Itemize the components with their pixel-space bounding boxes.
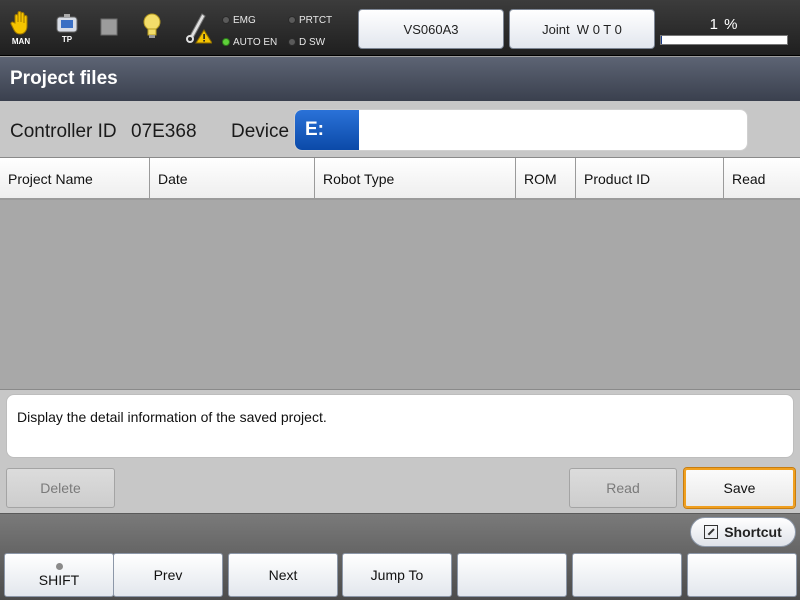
dsw-led <box>288 38 296 46</box>
f5-key[interactable] <box>457 553 567 597</box>
external-link-icon <box>704 525 719 539</box>
description-area: Display the detail information of the sa… <box>0 390 800 462</box>
device-drive-badge[interactable]: E: <box>295 110 359 150</box>
speed-bar-fill <box>661 36 663 44</box>
info-row: Controller ID 07E368 Device E: <box>0 101 800 157</box>
light-bulb-icon <box>143 13 161 38</box>
stop-indicator[interactable] <box>100 18 118 36</box>
stop-square-icon <box>100 18 118 36</box>
shift-key[interactable]: SHIFT <box>4 553 114 597</box>
delete-button[interactable]: Delete <box>6 468 115 508</box>
next-key[interactable]: Next <box>228 553 338 597</box>
action-row: Delete Read Save <box>0 462 800 514</box>
status-bar: MAN TP EMG AUTO EN PRTCT D SW VS060A3 Jo… <box>0 0 800 56</box>
wrench-warning-icon <box>186 13 212 44</box>
prtct-led <box>288 16 296 24</box>
device-selector[interactable]: E: <box>294 109 748 151</box>
hand-icon <box>10 11 28 35</box>
speed-label: 1 % <box>709 16 739 33</box>
robot-model-button[interactable]: VS060A3 <box>358 9 504 49</box>
teach-pendant-indicator[interactable]: TP <box>55 14 79 44</box>
prev-key[interactable]: Prev <box>113 553 223 597</box>
teach-pendant-icon <box>56 14 78 33</box>
column-header-robot-type[interactable]: Robot Type <box>315 158 516 198</box>
shortcut-label: Shortcut <box>724 524 782 540</box>
auto-en-label: AUTO EN <box>233 36 278 48</box>
shift-led <box>55 562 63 570</box>
emg-led <box>222 16 230 24</box>
prtct-label: PRTCT <box>299 14 333 26</box>
pendant-label: TP <box>61 35 73 44</box>
shortcut-button[interactable]: Shortcut <box>690 517 796 547</box>
table-body[interactable] <box>0 200 800 389</box>
speed-indicator[interactable]: 1 % <box>660 16 788 45</box>
mode-indicator[interactable]: MAN <box>10 10 32 46</box>
f6-key[interactable] <box>572 553 682 597</box>
f7-key[interactable] <box>687 553 797 597</box>
led-group-left: EMG AUTO EN <box>222 13 277 49</box>
coordinate-button[interactable]: Joint W 0 T 0 <box>509 9 655 49</box>
controller-id-label: Controller ID <box>10 121 117 142</box>
device-label: Device <box>231 121 290 142</box>
emg-label: EMG <box>233 14 256 26</box>
shift-label: SHIFT <box>38 571 80 588</box>
controller-id-value: 07E368 <box>131 121 197 142</box>
project-table[interactable]: Project Name Date Robot Type ROM Product… <box>0 157 800 390</box>
column-header-read[interactable]: Read <box>724 158 800 198</box>
auto-en-led <box>222 38 230 46</box>
maintenance-indicator[interactable] <box>184 12 212 44</box>
column-header-rom[interactable]: ROM <box>516 158 576 198</box>
column-header-product-id[interactable]: Product ID <box>576 158 724 198</box>
column-header-project-name[interactable]: Project Name <box>0 158 150 198</box>
jump-to-key[interactable]: Jump To <box>342 553 452 597</box>
mode-label: MAN <box>11 37 31 46</box>
lamp-indicator[interactable] <box>142 12 162 40</box>
column-header-date[interactable]: Date <box>150 158 315 198</box>
save-button[interactable]: Save <box>684 468 795 508</box>
read-button[interactable]: Read <box>569 468 677 508</box>
speed-bar <box>660 35 788 45</box>
function-key-bar: Shortcut SHIFT Prev Next Jump To <box>0 514 800 600</box>
description-text: Display the detail information of the sa… <box>6 394 794 458</box>
table-header: Project Name Date Robot Type ROM Product… <box>0 158 800 200</box>
page-title: Project files <box>0 57 800 101</box>
led-group-right: PRTCT D SW <box>288 13 332 49</box>
dsw-label: D SW <box>299 36 326 48</box>
